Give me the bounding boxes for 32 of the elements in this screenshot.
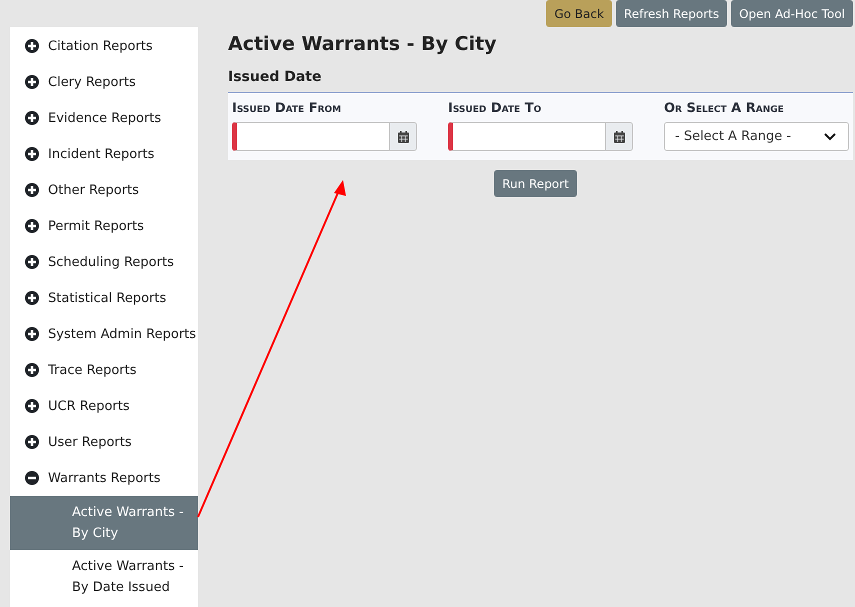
field-label: Or Select A Range <box>664 101 785 116</box>
sidebar-item[interactable]: Clery Reports <box>10 64 198 100</box>
date-input-field[interactable] <box>448 122 605 151</box>
field-label: Issued Date From <box>232 101 342 116</box>
toolbar-button[interactable]: Go Back <box>546 0 612 27</box>
sidebar-item[interactable]: UCR Reports <box>10 388 198 424</box>
range-select[interactable]: - Select A Range - <box>664 122 849 151</box>
sidebar-item[interactable]: Citation Reports <box>10 28 198 64</box>
sidebar-item[interactable]: User Reports <box>10 424 198 460</box>
sidebar-item[interactable]: Incident Reports <box>10 136 198 172</box>
run-report-button[interactable]: Run Report <box>494 170 577 197</box>
field-label: Issued Date To <box>448 101 542 116</box>
sidebar-subitem[interactable]: Active Warrants - By Date Issued <box>10 550 198 604</box>
chevron-down-icon <box>824 132 836 140</box>
sidebar-item[interactable]: Warrants Reports <box>10 460 198 496</box>
sidebar-item[interactable]: Scheduling Reports <box>10 244 198 280</box>
toolbar-button[interactable]: Refresh Reports <box>616 0 728 27</box>
calendar-button[interactable] <box>389 122 417 151</box>
toolbar-button[interactable]: Open Ad-Hoc Tool <box>731 0 853 27</box>
section-title: Issued Date <box>228 69 322 85</box>
sidebar-item[interactable]: Evidence Reports <box>10 100 198 136</box>
sidebar-item[interactable]: Permit Reports <box>10 208 198 244</box>
page-title: Active Warrants - By City <box>228 33 498 55</box>
sidebar-item[interactable]: Statistical Reports <box>10 280 198 316</box>
calendar-icon <box>614 130 624 142</box>
calendar-button[interactable] <box>605 122 633 151</box>
sidebar-item[interactable]: Other Reports <box>10 172 198 208</box>
sidebar-item[interactable]: Trace Reports <box>10 352 198 388</box>
calendar-icon <box>398 130 408 142</box>
date-input-field[interactable] <box>232 122 389 151</box>
sidebar-item[interactable]: System Admin Reports <box>10 316 198 352</box>
sidebar-subitem[interactable]: Active Warrants - By City <box>10 496 198 550</box>
